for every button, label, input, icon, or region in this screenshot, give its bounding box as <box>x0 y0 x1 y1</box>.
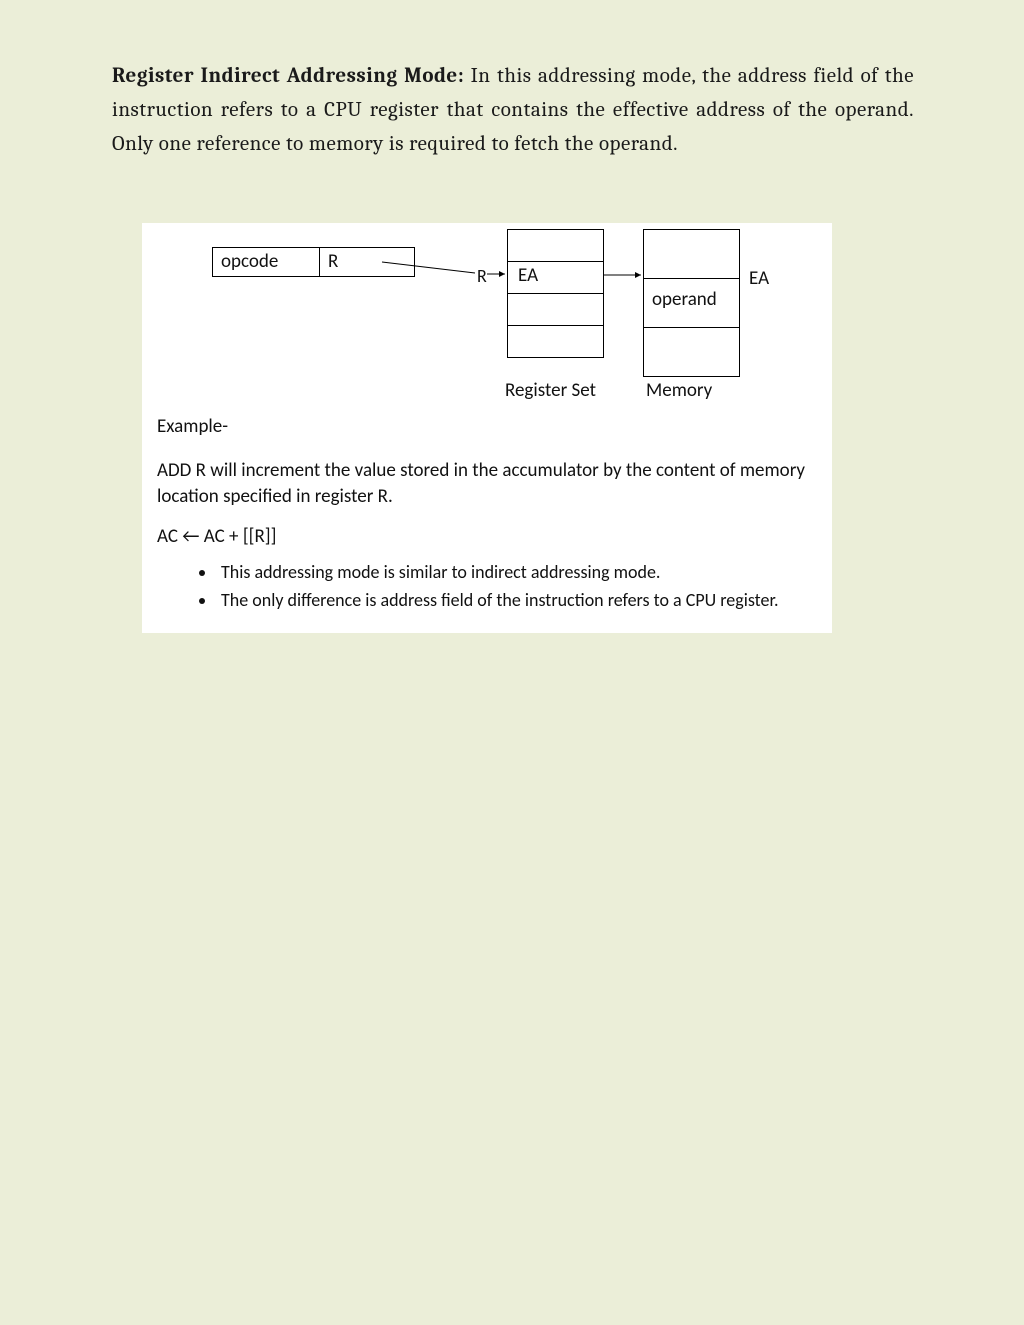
register-cell: R <box>320 248 414 276</box>
example-bullets: This addressing mode is similar to indir… <box>157 560 817 612</box>
memory-row <box>644 230 739 279</box>
intro-title: Register Indirect Addressing Mode: <box>112 64 464 88</box>
intro-paragraph: Register Indirect Addressing Mode: In th… <box>112 59 914 161</box>
figure-panel: opcode R R EA Register Set operand Memor… <box>142 223 832 633</box>
memory-row <box>644 328 739 376</box>
memory-caption: Memory <box>646 379 712 402</box>
regset-row <box>508 326 603 357</box>
memory-box: operand <box>643 229 740 377</box>
regset-row <box>508 294 603 326</box>
bullet-item: This addressing mode is similar to indir… <box>217 560 817 585</box>
example-body: ADD R will increment the value stored in… <box>157 458 817 509</box>
opcode-cell: opcode <box>213 248 320 276</box>
regset-row <box>508 230 603 262</box>
diagram: opcode R R EA Register Set operand Memor… <box>157 229 817 399</box>
document-page: Register Indirect Addressing Mode: In th… <box>0 0 1024 633</box>
example-heading: Example- <box>157 415 817 438</box>
regset-row-ea: EA <box>508 262 603 294</box>
instruction-box: opcode R <box>212 247 415 277</box>
register-set-caption: Register Set <box>505 379 596 402</box>
ea-side-label: EA <box>749 267 769 290</box>
bullet-item: The only difference is address field of … <box>217 588 817 613</box>
memory-row-operand: operand <box>644 279 739 328</box>
mid-r-label: R <box>477 265 487 287</box>
example-formula: AC ← AC + [[R]] <box>157 525 817 548</box>
register-set-box: EA <box>507 229 604 358</box>
